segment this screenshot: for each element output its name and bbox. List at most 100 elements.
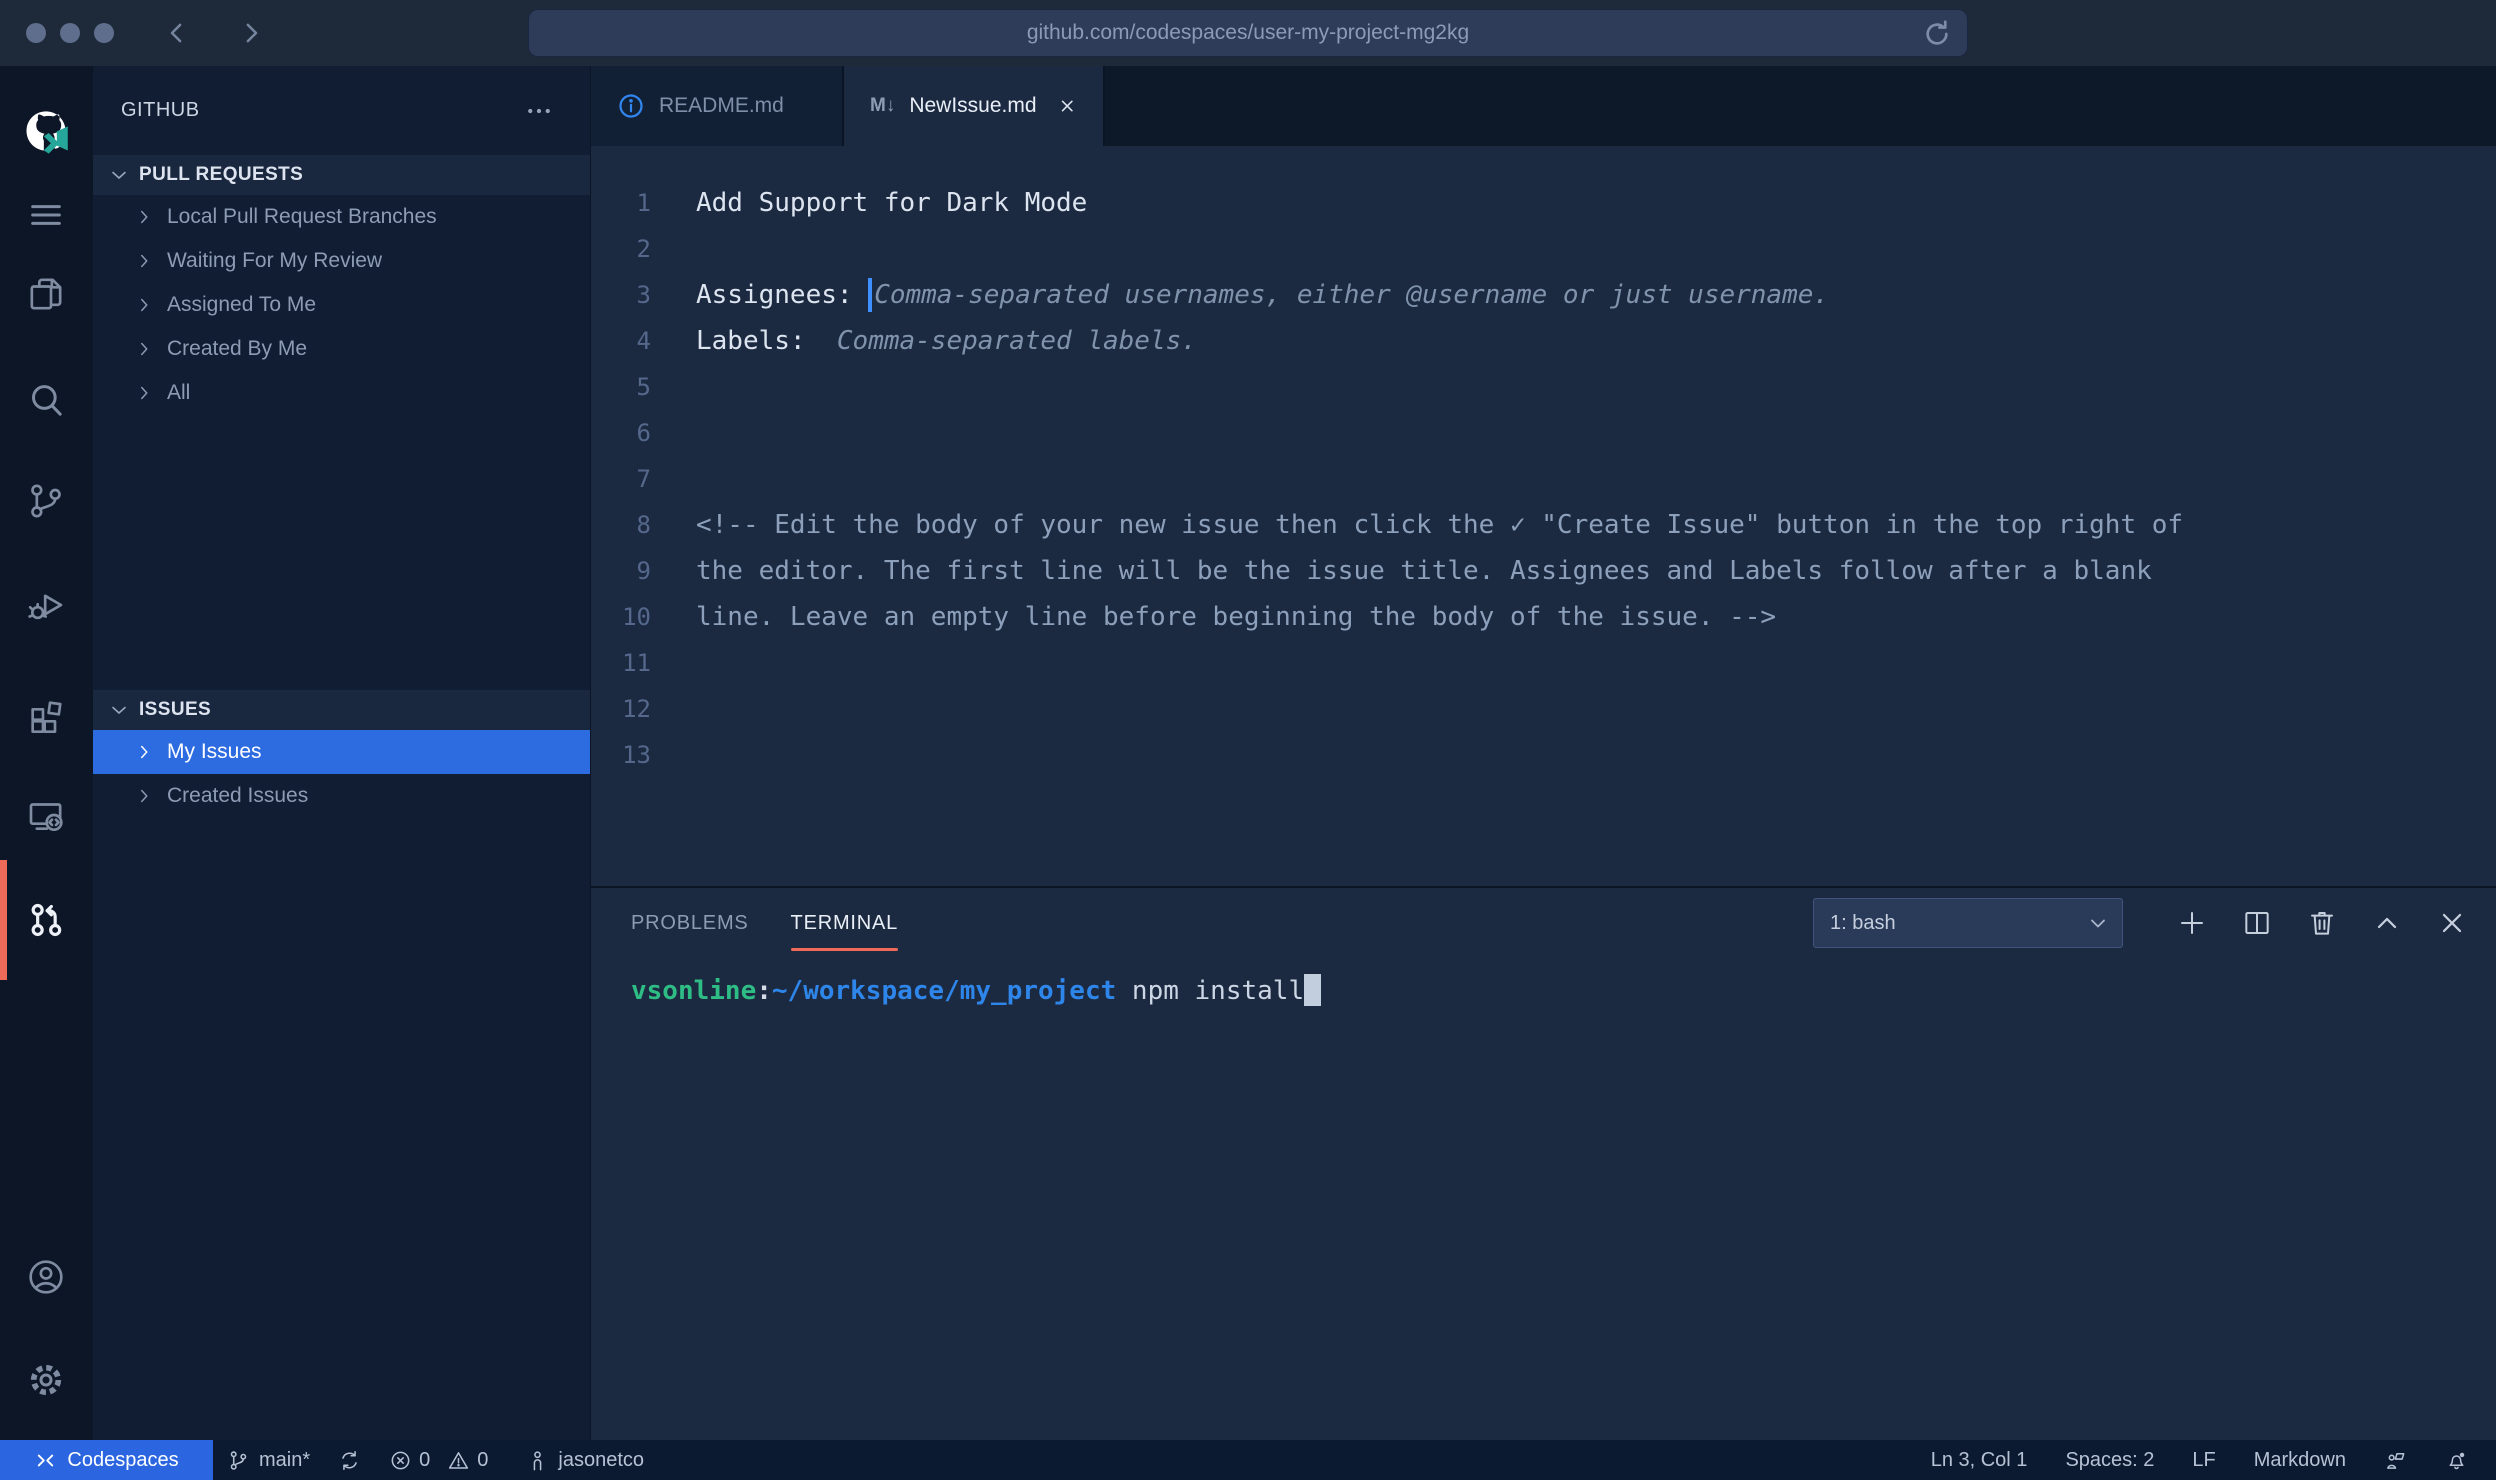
- sidebar-item-assigned-to-me[interactable]: Assigned To Me: [93, 283, 590, 327]
- feedback-status[interactable]: [2370, 1449, 2421, 1472]
- user-status[interactable]: jasonetco: [512, 1440, 658, 1480]
- close-icon[interactable]: [1057, 94, 1077, 118]
- markdown-icon: M↓: [870, 95, 895, 117]
- indentation-status[interactable]: Spaces: 2: [2051, 1449, 2168, 1472]
- sidebar-header: GITHUB: [93, 66, 590, 155]
- split-terminal-icon[interactable]: [2241, 907, 2273, 939]
- section-label: PULL REQUESTS: [139, 164, 303, 186]
- warning-icon: [447, 1449, 470, 1472]
- panel-tabs: PROBLEMS TERMINAL: [631, 888, 940, 958]
- codespaces-status-badge[interactable]: Codespaces: [0, 1440, 213, 1480]
- tree-item-label: Assigned To Me: [167, 293, 316, 317]
- tab-terminal[interactable]: TERMINAL: [791, 888, 899, 958]
- refresh-icon[interactable]: [1921, 18, 1953, 50]
- chevron-right-icon: [133, 741, 155, 763]
- editor-line: 6: [591, 410, 2496, 456]
- sidebar-title: GITHUB: [121, 99, 200, 122]
- code-segment: Labels:: [696, 326, 837, 356]
- github-vscode-logo-icon[interactable]: [14, 101, 78, 165]
- sidebar-item-all[interactable]: All: [93, 371, 590, 415]
- forward-icon[interactable]: [236, 18, 266, 48]
- sidebar: GITHUB PULL REQUESTS Local Pull Request B…: [93, 66, 590, 1440]
- search-icon[interactable]: [14, 368, 78, 432]
- line-number: 13: [591, 741, 651, 769]
- panel: PROBLEMS TERMINAL 1: bash: [591, 886, 2496, 1440]
- terminal-command: npm install: [1116, 976, 1304, 1006]
- chevron-right-icon: [133, 338, 155, 360]
- sidebar-item-my-issues[interactable]: My Issues: [93, 730, 590, 774]
- source-control-icon[interactable]: [14, 469, 78, 533]
- remote-explorer-icon[interactable]: [14, 785, 78, 849]
- line-number: 1: [591, 189, 651, 217]
- terminal-shell-value: 1: bash: [1830, 912, 1896, 935]
- tab-problems[interactable]: PROBLEMS: [631, 888, 749, 958]
- section-header-issues[interactable]: ISSUES: [93, 690, 590, 730]
- menu-icon[interactable]: [14, 183, 78, 247]
- bell-icon: [2445, 1449, 2468, 1472]
- editor-line: 8<!-- Edit the body of your new issue th…: [591, 502, 2496, 548]
- sidebar-sections: PULL REQUESTS Local Pull Request Branches…: [93, 155, 590, 818]
- notifications-status[interactable]: [2431, 1449, 2482, 1472]
- extensions-icon[interactable]: [14, 686, 78, 750]
- sidebar-spacer: [93, 415, 590, 690]
- tree-item-label: All: [167, 381, 190, 405]
- traffic-lights[interactable]: [26, 23, 114, 43]
- new-terminal-icon[interactable]: [2176, 907, 2208, 939]
- github-pull-requests-icon[interactable]: [14, 888, 78, 952]
- editor-cursor: [868, 278, 872, 312]
- chevron-right-icon: [133, 250, 155, 272]
- activity-bar: [0, 66, 93, 1440]
- line-number: 4: [591, 327, 651, 355]
- user-label: jasonetco: [558, 1449, 644, 1472]
- tree-item-label: Local Pull Request Branches: [167, 205, 437, 229]
- chevron-down-icon: [107, 698, 131, 722]
- tab-readme[interactable]: README.md: [591, 66, 844, 146]
- tab-newissue[interactable]: M↓ NewIssue.md: [844, 66, 1105, 146]
- ellipsis-icon[interactable]: [524, 96, 554, 126]
- maximize-panel-icon[interactable]: [2371, 907, 2403, 939]
- tab-bar: README.md M↓ NewIssue.md: [591, 66, 2496, 146]
- sidebar-item-waiting-for-my-review[interactable]: Waiting For My Review: [93, 239, 590, 283]
- editor-line: 7: [591, 456, 2496, 502]
- tree-item-label: Created By Me: [167, 337, 307, 361]
- terminal-colon: :: [756, 976, 772, 1006]
- run-and-debug-icon[interactable]: [14, 573, 78, 637]
- terminal[interactable]: vsonline:~/workspace/my_project npm inst…: [591, 958, 2496, 1006]
- code-segment: Comma-separated usernames, either @usern…: [874, 280, 1829, 310]
- account-icon[interactable]: [14, 1245, 78, 1309]
- sidebar-item-created-by-me[interactable]: Created By Me: [93, 327, 590, 371]
- branch-label: main*: [259, 1449, 310, 1472]
- line-content: line. Leave an empty line before beginni…: [696, 602, 1776, 632]
- cursor-position-status[interactable]: Ln 3, Col 1: [1917, 1449, 2042, 1472]
- sync-status[interactable]: [324, 1440, 375, 1480]
- problems-status[interactable]: 0 0: [375, 1440, 512, 1480]
- sync-icon: [338, 1449, 361, 1472]
- back-icon[interactable]: [162, 18, 192, 48]
- editor-group: README.md M↓ NewIssue.md 1Add Support fo…: [590, 66, 2496, 1440]
- chevron-down-icon: [107, 163, 131, 187]
- panel-header: PROBLEMS TERMINAL 1: bash: [591, 888, 2496, 958]
- line-number: 2: [591, 235, 651, 263]
- line-number: 5: [591, 373, 651, 401]
- code-segment: Assignees:: [696, 280, 868, 310]
- kill-terminal-icon[interactable]: [2306, 907, 2338, 939]
- code-segment: line. Leave an empty line before beginni…: [696, 602, 1776, 632]
- terminal-user: vsonline: [631, 976, 756, 1006]
- url-bar[interactable]: github.com/codespaces/user-my-project-mg…: [528, 9, 1968, 57]
- tree-item-label: Created Issues: [167, 784, 308, 808]
- terminal-shell-select[interactable]: 1: bash: [1813, 898, 2123, 948]
- eol-status[interactable]: LF: [2178, 1449, 2229, 1472]
- chevron-right-icon: [133, 382, 155, 404]
- url-text: github.com/codespaces/user-my-project-mg…: [1027, 21, 1469, 45]
- editor[interactable]: 1Add Support for Dark Mode23Assignees: C…: [591, 146, 2496, 886]
- section-header-pull-requests[interactable]: PULL REQUESTS: [93, 155, 590, 195]
- close-panel-icon[interactable]: [2436, 907, 2468, 939]
- explorer-icon[interactable]: [14, 262, 78, 326]
- settings-gear-icon[interactable]: [14, 1348, 78, 1412]
- editor-line: 2: [591, 226, 2496, 272]
- sidebar-item-local-pull-request-branches[interactable]: Local Pull Request Branches: [93, 195, 590, 239]
- branch-status[interactable]: main*: [213, 1440, 324, 1480]
- language-mode-status[interactable]: Markdown: [2240, 1449, 2360, 1472]
- sidebar-item-created-issues[interactable]: Created Issues: [93, 774, 590, 818]
- code-segment: the editor. The first line will be the i…: [696, 556, 2152, 586]
